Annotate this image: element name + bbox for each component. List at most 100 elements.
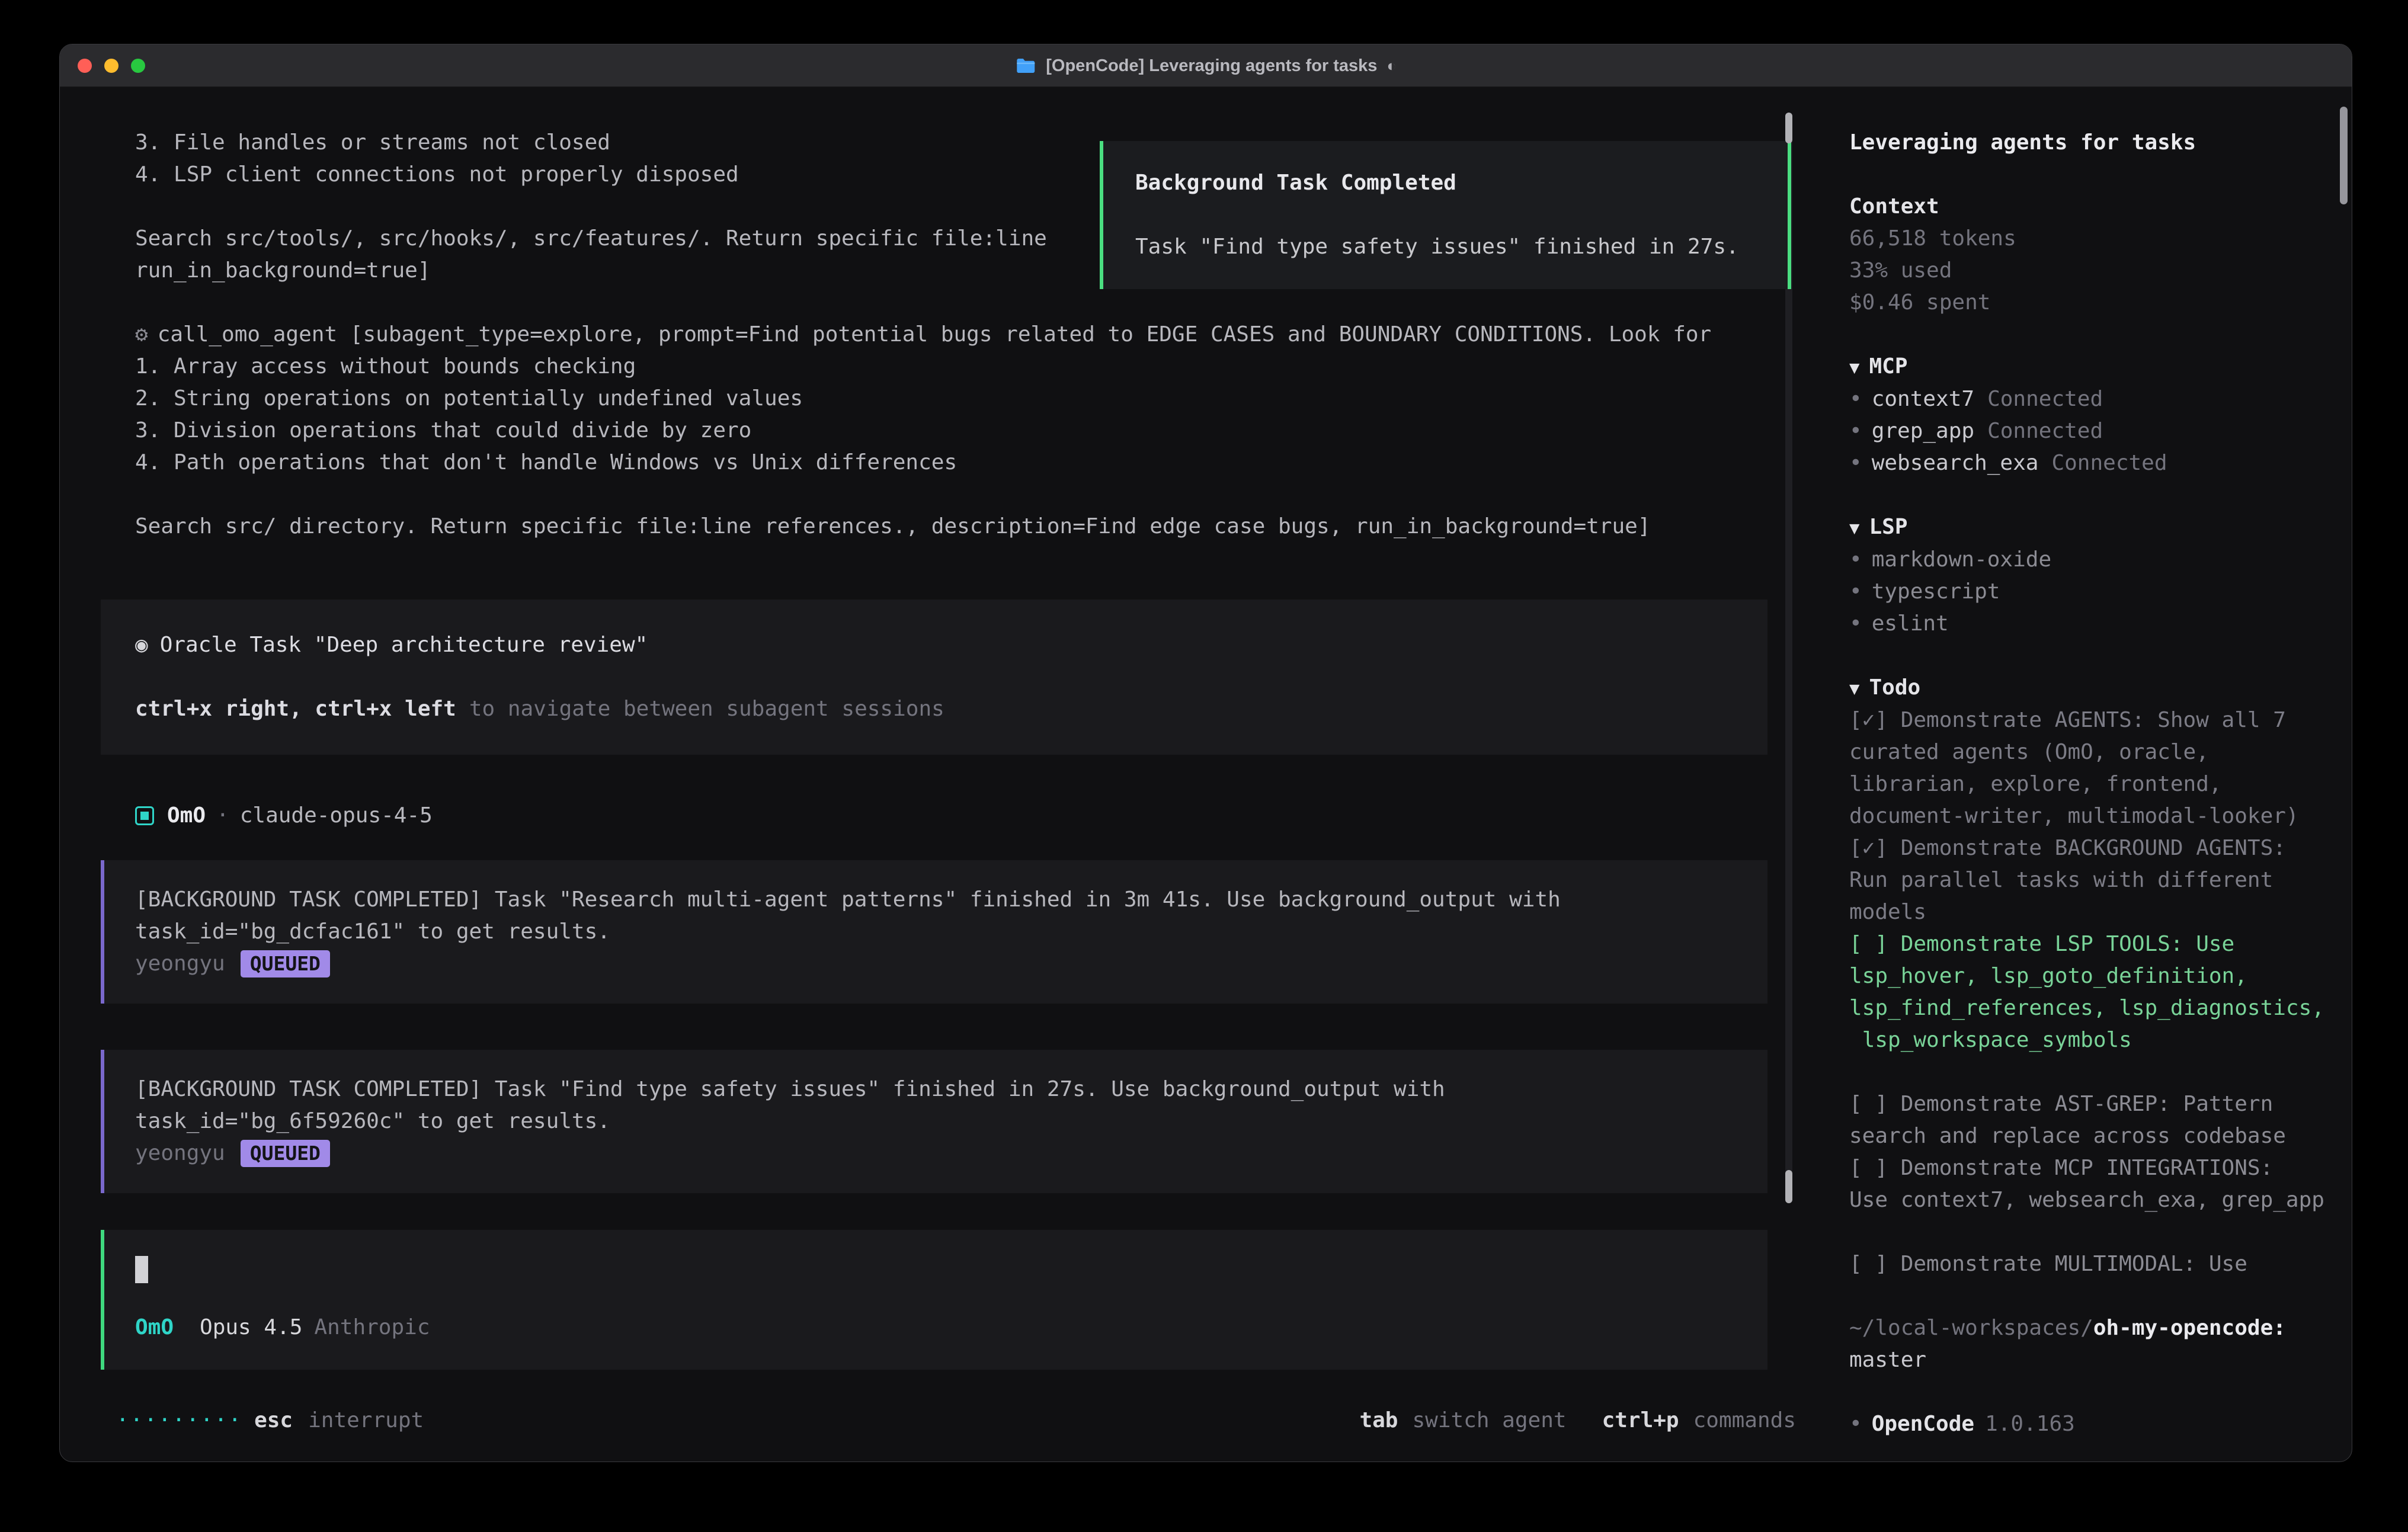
message-block: [BACKGROUND TASK COMPLETED] Task "Find t… [101, 1050, 1767, 1193]
tool-call-block: ⚙call_omo_agent [subagent_type=explore, … [101, 319, 1767, 479]
lsp-section-header[interactable]: ▼LSP [1849, 511, 2329, 544]
close-button[interactable] [78, 59, 92, 73]
blank-line [1135, 199, 1788, 231]
status-badge: QUEUED [241, 950, 330, 977]
sidebar: Leveraging agents for tasks Context 66,5… [1849, 88, 2329, 1440]
oracle-task-title-row: ◉ Oracle Task "Deep architecture review" [135, 629, 1767, 661]
message-text: task_id="bg_dcfac161" to get results. [135, 916, 1767, 948]
todo-heading-text: Todo [1869, 675, 1920, 700]
lsp-item-name: markdown-oxide [1872, 547, 2051, 572]
todo-section-header[interactable]: ▼ Todo [1849, 672, 2329, 704]
workspace-path: ~/local-workspaces/oh-my-opencode: maste… [1849, 1312, 2329, 1376]
message-text: [BACKGROUND TASK COMPLETED] Task "Resear… [135, 884, 1767, 916]
workspace-branch: master [1849, 1344, 2329, 1376]
mcp-item: • context7 Connected [1849, 383, 2329, 415]
window-title: [OpenCode] Leveraging agents for tasks ◐ [1015, 44, 1396, 87]
todo-item: [ ] Demonstrate MULTIMODAL: Use [1849, 1248, 2329, 1280]
oracle-task-title: Oracle Task "Deep architecture review" [160, 633, 648, 657]
blank-line [135, 661, 1767, 693]
bullet-icon: • [1849, 547, 1862, 572]
lsp-section: ▼LSP • markdown-oxide • typescript • eslint [1849, 511, 2329, 640]
app-version: 1.0.163 [1985, 1408, 2075, 1440]
context-section: Context 66,518 tokens 33% used $0.46 spe… [1849, 191, 2329, 319]
commands-key-hint: ctrl+p [1602, 1405, 1679, 1437]
separator-dot: · [216, 800, 229, 832]
mcp-item: •grep_appConnected [1849, 415, 2329, 447]
workspace-path-name: oh-my-opencode: [2093, 1316, 2286, 1340]
main-scrollbar-thumb[interactable] [1785, 1170, 1792, 1203]
esc-key-hint: esc [254, 1405, 293, 1437]
chevron-down-icon: ▼ [1849, 357, 1859, 377]
message-author: yeongyu [135, 1137, 225, 1169]
bullet-icon: • [1849, 387, 1862, 411]
mcp-item-status: Connected [1987, 419, 2103, 443]
prompt-input[interactable]: OmO Opus 4.5 Anthropic [101, 1230, 1767, 1370]
tool-call-footer: Search src/ directory. Return specific f… [101, 511, 1767, 543]
todo-item: [✓] Demonstrate AGENTS: Show all 7 curat… [1849, 704, 2329, 832]
input-agent-name: OmO [135, 1312, 174, 1344]
oracle-shortcut-row: ctrl+x right, ctrl+x leftto navigate bet… [135, 693, 1767, 725]
lsp-item: • eslint [1849, 608, 2329, 640]
context-spent: $0.46 spent [1849, 287, 2329, 319]
session-title: Leveraging agents for tasks [1849, 127, 2329, 159]
context-heading: Context [1849, 191, 2329, 223]
window-title-text: [OpenCode] Leveraging agents for tasks [1046, 50, 1377, 82]
mcp-item-status: Connected [1987, 387, 2103, 411]
mcp-item-name: context7 [1872, 387, 1974, 411]
notification-body: Task "Find type safety issues" finished … [1135, 231, 1788, 263]
lsp-item: • typescript [1849, 576, 2329, 608]
lsp-item-name: typescript [1872, 579, 2000, 604]
main-scrollbar-thumb[interactable] [1785, 113, 1792, 143]
notification-title: Background Task Completed [1135, 167, 1788, 199]
bullet-icon: • [1849, 419, 1862, 443]
input-meta-row: OmO Opus 4.5 Anthropic [135, 1312, 1767, 1344]
mcp-section-header[interactable]: ▼ MCP [1849, 351, 2329, 383]
fisheye-icon: ◉ [135, 633, 148, 657]
shortcut-keys: ctrl+x right, ctrl+x left [135, 697, 456, 721]
message-block: [BACKGROUND TASK COMPLETED] Task "Resear… [101, 860, 1767, 1004]
status-bar-right: tab switch agent ctrl+p commands [1359, 1405, 1796, 1437]
bullet-icon: • [1849, 579, 1862, 604]
tool-call-item: 1. Array access without bounds checking [135, 351, 1767, 383]
mcp-item: •websearch_exaConnected [1849, 447, 2329, 479]
message-meta-row: yeongyu QUEUED [135, 1137, 1767, 1169]
notification-toast: Background Task Completed Task "Find typ… [1100, 141, 1791, 289]
text-cursor [135, 1256, 148, 1283]
agent-session-header[interactable]: OmO · claude-opus-4-5 [101, 800, 1767, 832]
app-name: OpenCode [1872, 1408, 1974, 1440]
tool-call-item: 2. String operations on potentially unde… [135, 383, 1767, 415]
zoom-button[interactable] [131, 59, 145, 73]
input-provider-name: Anthropic [314, 1312, 430, 1344]
message-meta-row: yeongyu QUEUED [135, 948, 1767, 980]
titlebar: [OpenCode] Leveraging agents for tasks ◐ [60, 44, 2352, 87]
todo-item: [ ] Demonstrate AST-GREP: Pattern search… [1849, 1088, 2329, 1152]
app-version-footer: • OpenCode 1.0.163 [1849, 1408, 2329, 1440]
chevron-down-icon: ▼ [1849, 518, 1859, 538]
bullet-icon: • [1849, 611, 1862, 636]
chevron-down-icon: ▼ [1849, 678, 1859, 698]
bullet-icon: • [1849, 451, 1862, 475]
gear-icon: ⚙ [135, 322, 148, 347]
bullet-icon: • [1849, 1408, 1862, 1440]
mcp-item-name: websearch_exa [1872, 451, 2039, 475]
status-badge: QUEUED [241, 1140, 330, 1167]
message-author: yeongyu [135, 948, 225, 980]
window-controls [78, 59, 145, 73]
agent-name: OmO [167, 800, 206, 832]
interrupt-label: interrupt [308, 1405, 424, 1437]
lsp-item-name: eslint [1872, 611, 1949, 636]
spinner-dots: ········· [116, 1405, 242, 1437]
terminal-window: [OpenCode] Leveraging agents for tasks ◐… [59, 44, 2352, 1462]
message-text: task_id="bg_6f59260c" to get results. [135, 1105, 1767, 1137]
todo-item: [ ] Demonstrate LSP TOOLS: Use lsp_hover… [1849, 928, 2329, 1056]
workspace-path-row: ~/local-workspaces/oh-my-opencode: [1849, 1312, 2329, 1344]
sidebar-scrollbar-thumb[interactable] [2340, 107, 2348, 204]
mcp-section: ▼ MCP • context7 Connected •grep_appConnect… [1849, 351, 2329, 479]
agent-checkbox-fill [140, 812, 149, 820]
folder-icon [1015, 57, 1036, 75]
minimize-button[interactable] [104, 59, 119, 73]
tab-key-hint: tab [1359, 1405, 1398, 1437]
tool-call-item: 4. Path operations that don't handle Win… [135, 447, 1767, 479]
oracle-task-panel: ◉Oracle Task "Deep architecture review" … [101, 600, 1767, 755]
mcp-heading-text: MCP [1869, 354, 1907, 379]
